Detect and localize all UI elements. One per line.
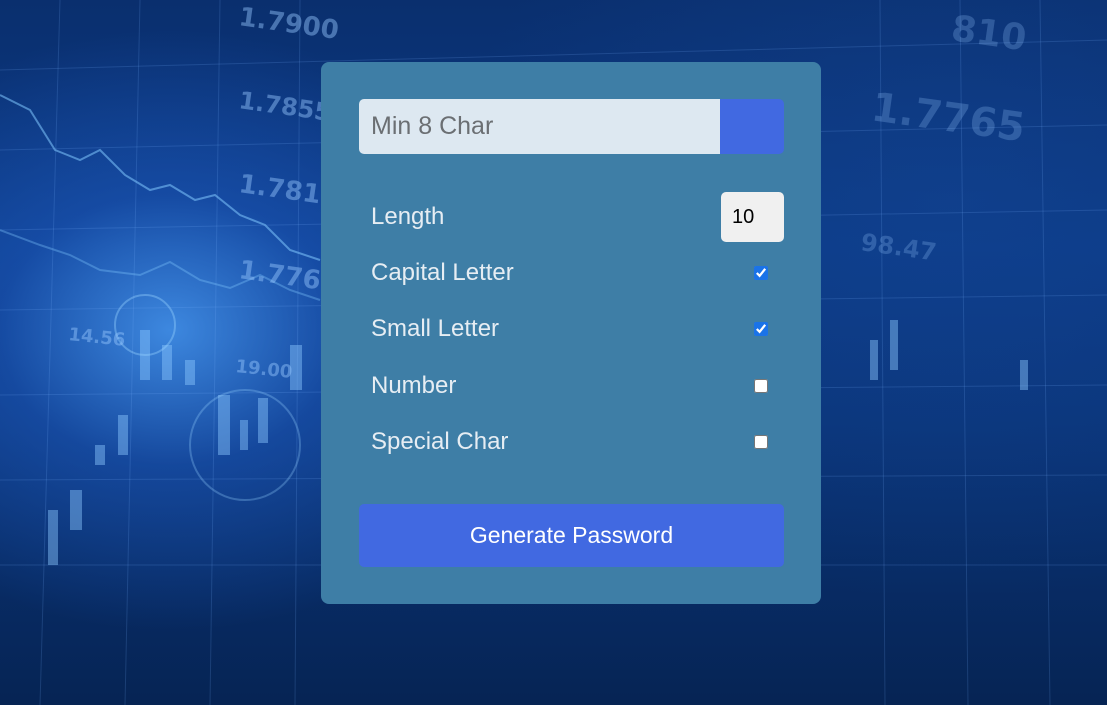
small-letter-checkbox[interactable] [754, 322, 768, 336]
small-letter-option-row: Small Letter [371, 304, 784, 354]
length-option-row: Length [371, 192, 784, 242]
capital-letter-checkbox[interactable] [754, 266, 768, 280]
bg-tick-label: 1.7855 [237, 86, 333, 127]
number-checkbox[interactable] [754, 379, 768, 393]
capital-letter-option-row: Capital Letter [371, 248, 784, 298]
special-char-option-row: Special Char [371, 417, 784, 467]
special-char-label: Special Char [371, 428, 509, 455]
bg-tick-label: 19.00 [234, 356, 293, 383]
number-option-row: Number [371, 361, 784, 411]
small-letter-label: Small Letter [371, 315, 500, 342]
bg-tick-label: 1.7765 [869, 84, 1028, 151]
length-label: Length [371, 203, 445, 230]
capital-letter-label: Capital Letter [371, 259, 514, 286]
password-output-row [359, 99, 784, 154]
special-char-checkbox[interactable] [754, 435, 768, 449]
number-label: Number [371, 372, 457, 399]
password-generator-card: Length Capital Letter Small Letter Numbe… [321, 62, 821, 604]
generate-password-button[interactable]: Generate Password [359, 504, 784, 567]
length-input[interactable] [721, 192, 784, 242]
bg-tick-label: 14.56 [67, 324, 126, 351]
bg-tick-label: 98.47 [859, 228, 938, 266]
password-output-field[interactable] [359, 99, 720, 154]
copy-password-button[interactable] [720, 99, 784, 154]
bg-tick-label: 1.7900 [237, 2, 341, 46]
